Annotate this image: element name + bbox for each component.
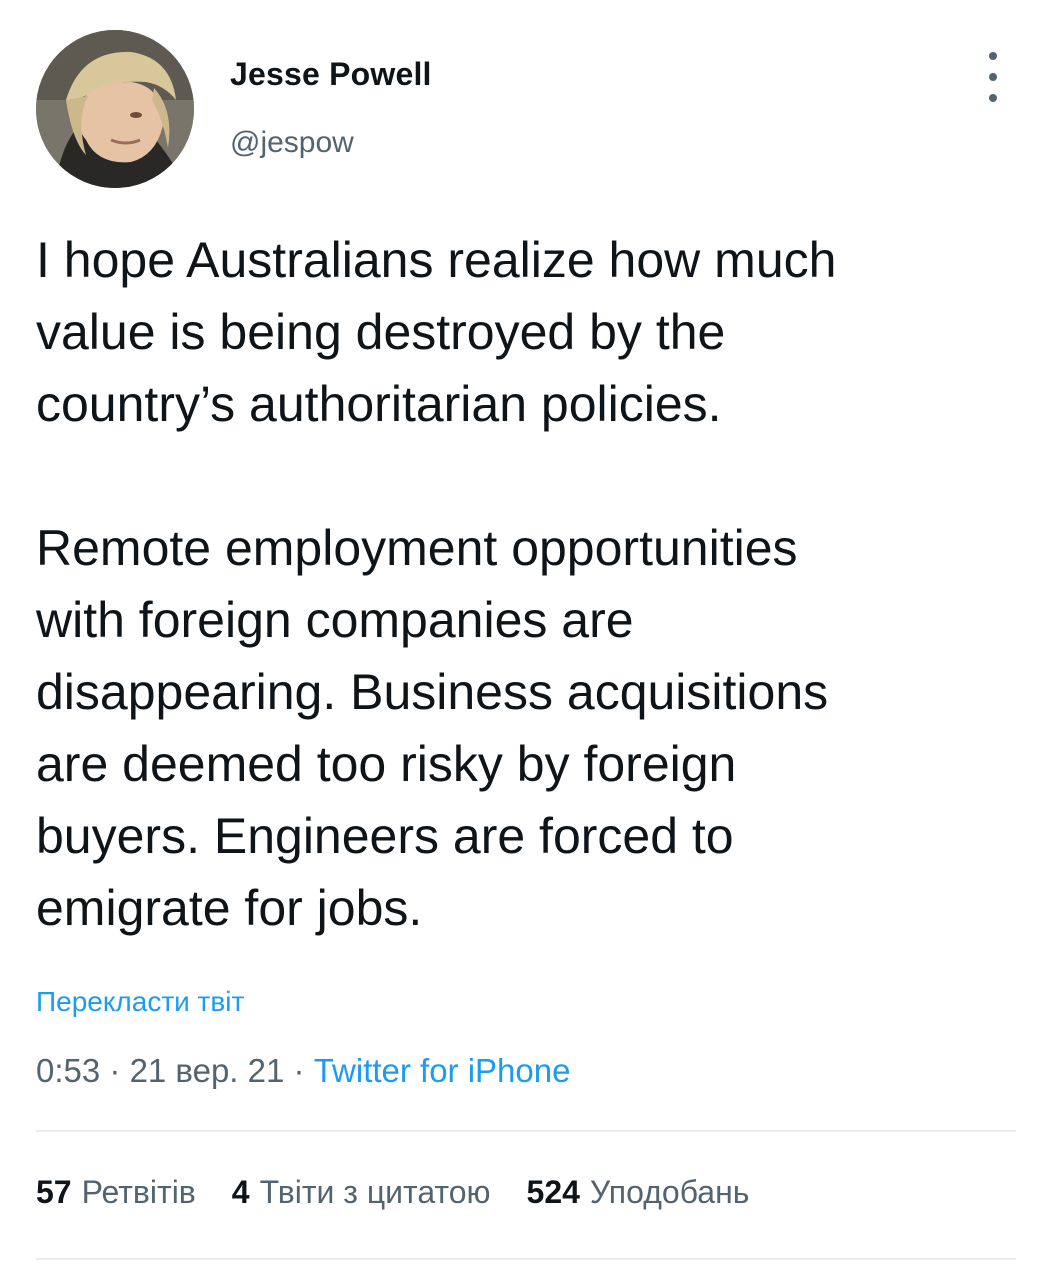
quotes-label: Твіти з цитатою [259, 1174, 491, 1210]
likes-label: Уподобань [589, 1174, 750, 1210]
tweet-date[interactable]: 21 вер. 21 [130, 1052, 285, 1089]
retweets-stat[interactable]: 57 Ретвітів [36, 1174, 196, 1211]
tweet-text: I hope Australians realize how much valu… [36, 232, 837, 936]
meta-separator: · [100, 1052, 130, 1089]
avatar[interactable] [36, 30, 194, 188]
tweet-stats: 57 Ретвітів 4 Твіти з цитатою 524 Уподобань [36, 1174, 749, 1211]
more-vertical-icon-dot-2 [989, 73, 997, 81]
tweet-meta: 0:53 · 21 вер. 21 · Twitter for iPhone [36, 1052, 570, 1090]
quote-tweets-stat[interactable]: 4 Твіти з цитатою [232, 1174, 491, 1211]
retweets-label: Ретвітів [81, 1174, 196, 1210]
retweets-count: 57 [36, 1174, 72, 1210]
divider-top [36, 1130, 1016, 1132]
tweet-source-link[interactable]: Twitter for iPhone [314, 1052, 571, 1089]
user-handle[interactable]: @jespow [230, 126, 354, 160]
tweet-card: Jesse Powell @jespow I hope Australians … [0, 0, 1050, 1280]
divider-bottom [36, 1258, 1016, 1260]
likes-count: 524 [526, 1174, 580, 1210]
avatar-photo [36, 30, 194, 188]
display-name[interactable]: Jesse Powell [230, 56, 432, 93]
likes-stat[interactable]: 524 Уподобань [527, 1174, 750, 1211]
tweet-time[interactable]: 0:53 [36, 1052, 100, 1089]
quotes-count: 4 [231, 1174, 250, 1210]
translate-tweet-link[interactable]: Перекласти твіт [36, 986, 244, 1018]
more-vertical-icon-dot-3 [989, 94, 997, 102]
more-vertical-icon [989, 52, 997, 60]
more-options-button[interactable] [978, 52, 1008, 102]
meta-separator-2: · [284, 1052, 314, 1089]
